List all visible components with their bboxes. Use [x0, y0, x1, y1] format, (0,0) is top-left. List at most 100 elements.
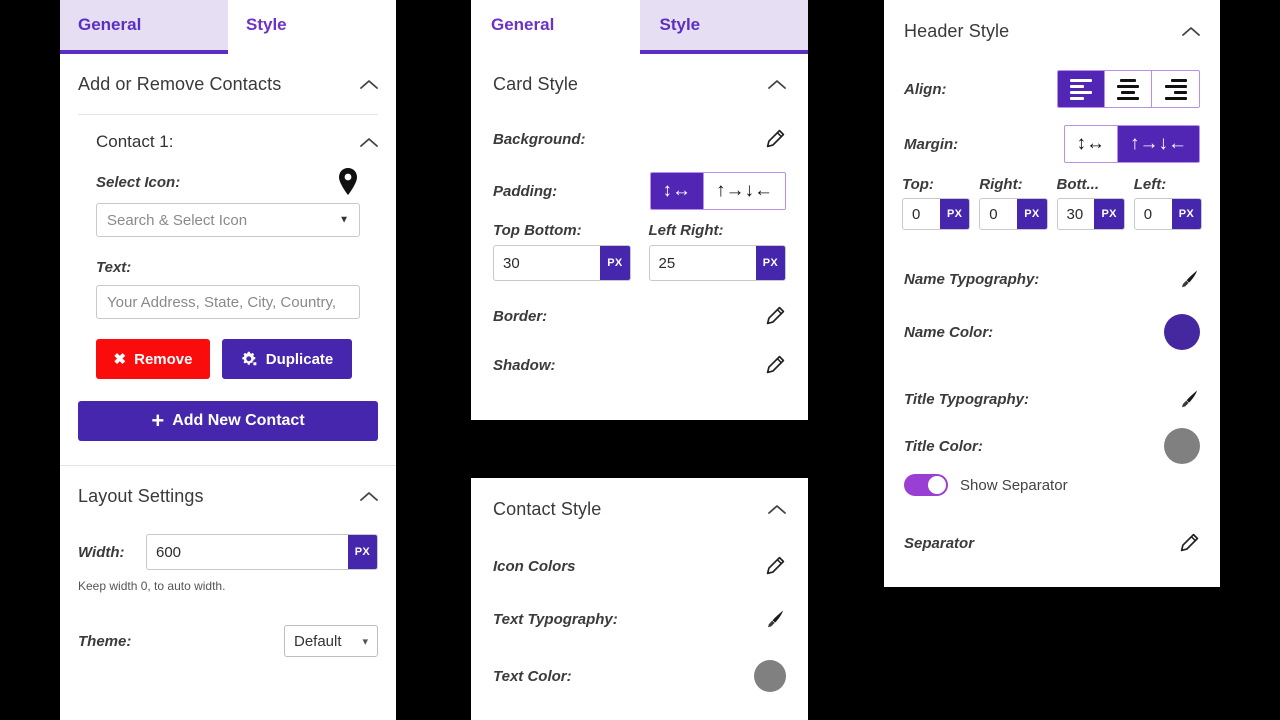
text-typography-row: Text Typography:: [471, 592, 808, 646]
top-bottom-field: Top Bottom: 30 PX: [493, 222, 631, 281]
duplicate-button-label: Duplicate: [265, 350, 334, 368]
brush-icon[interactable]: [1178, 268, 1200, 290]
screenshot-stage: General Style Add or Remove Contacts Con…: [0, 0, 1280, 720]
section-card-style[interactable]: Card Style: [471, 54, 808, 114]
align-left-icon: [1070, 78, 1092, 100]
show-separator-label: Show Separator: [960, 476, 1068, 494]
margin-right-input[interactable]: 0 PX: [979, 198, 1048, 230]
margin-field-bottom: Bott... 30 PX: [1056, 176, 1125, 230]
theme-select[interactable]: Default ▾: [284, 625, 378, 657]
padding-label: Padding:: [493, 182, 558, 200]
header-style-title: Header Style: [904, 20, 1010, 41]
left-right-input[interactable]: 25 PX: [648, 245, 786, 281]
separator-row: Separator: [884, 508, 1220, 578]
text-color-swatch[interactable]: [754, 660, 786, 692]
tab-general[interactable]: General: [471, 0, 640, 54]
margin-mode-sides[interactable]: ↑→↓←: [1118, 126, 1199, 162]
contact-text-input[interactable]: Your Address, State, City, Country,: [96, 285, 360, 319]
general-settings-panel: General Style Add or Remove Contacts Con…: [60, 0, 396, 720]
align-center-button[interactable]: [1105, 71, 1152, 107]
gear-clone-icon: [241, 351, 258, 368]
brush-icon[interactable]: [1178, 388, 1200, 410]
pencil-icon[interactable]: [764, 128, 786, 150]
margin-mode-toggle: ↕↔ ↑→↓←: [1063, 125, 1200, 163]
contact-text-placeholder: Your Address, State, City, Country,: [107, 293, 336, 311]
section-contact-style[interactable]: Contact Style: [471, 478, 808, 540]
title-color-swatch[interactable]: [1164, 428, 1200, 464]
margin-left-label: Left:: [1133, 176, 1167, 193]
text-typography-label: Text Typography:: [493, 610, 618, 628]
border-label: Border:: [493, 307, 548, 325]
tab-style[interactable]: Style: [228, 0, 396, 54]
align-left-button[interactable]: [1058, 71, 1105, 107]
shadow-row: Shadow:: [471, 343, 808, 387]
text-field-block: Text: Your Address, State, City, Country…: [60, 259, 396, 319]
margin-top-value: 0: [912, 205, 921, 223]
section-header-style[interactable]: Header Style: [884, 0, 1220, 62]
name-color-swatch[interactable]: [1164, 314, 1200, 350]
top-bottom-input[interactable]: 30 PX: [493, 245, 631, 281]
margin-top-input[interactable]: 0 PX: [902, 198, 971, 230]
map-pin-icon: [336, 167, 360, 197]
padding-mode-sides[interactable]: ↑→↓←: [704, 173, 785, 209]
left-right-field: Left Right: 25 PX: [648, 222, 786, 281]
margin-row: Margin: ↕↔ ↑→↓←: [884, 116, 1220, 172]
width-hint: Keep width 0, to auto width.: [78, 579, 226, 593]
margin-bottom-unit[interactable]: PX: [1094, 199, 1124, 229]
separator-label: Separator: [904, 534, 975, 552]
margin-field-top: Top: 0 PX: [902, 176, 971, 230]
plus-icon: +: [151, 408, 165, 433]
margin-left-input[interactable]: 0 PX: [1133, 198, 1202, 230]
top-bottom-label: Top Bottom:: [493, 222, 582, 239]
show-separator-toggle[interactable]: [904, 474, 948, 496]
tab-general[interactable]: General: [60, 0, 228, 54]
brush-icon[interactable]: [764, 608, 786, 630]
section-title: Add or Remove Contacts: [78, 73, 282, 94]
align-right-button[interactable]: [1152, 71, 1199, 107]
margin-right-value: 0: [989, 205, 998, 223]
margin-right-unit[interactable]: PX: [1017, 199, 1047, 229]
align-toggle-group: [1057, 70, 1200, 108]
add-new-contact-button[interactable]: + Add New Contact: [78, 401, 378, 441]
pencil-icon[interactable]: [764, 305, 786, 327]
theme-label: Theme:: [78, 632, 132, 650]
section-add-or-remove-contacts[interactable]: Add or Remove Contacts: [60, 54, 396, 114]
tab-style[interactable]: Style: [639, 0, 808, 54]
chevron-up-icon: [768, 504, 786, 515]
name-typography-row: Name Typography:: [884, 252, 1220, 306]
section-layout-settings[interactable]: Layout Settings: [60, 466, 396, 526]
layout-settings-title: Layout Settings: [78, 485, 204, 506]
chevron-down-icon: ▼: [339, 214, 349, 226]
theme-row: Theme: Default ▾: [60, 625, 396, 657]
width-hint-wrap: Keep width 0, to auto width.: [60, 577, 396, 595]
margin-top-unit[interactable]: PX: [939, 199, 970, 229]
contact-style-title: Contact Style: [493, 498, 602, 519]
pencil-icon[interactable]: [1178, 532, 1200, 554]
icon-colors-label: Icon Colors: [493, 557, 576, 575]
margin-bottom-input[interactable]: 30 PX: [1056, 198, 1125, 230]
margin-mode-linked[interactable]: ↕↔: [1064, 126, 1118, 162]
left-right-unit[interactable]: PX: [755, 246, 785, 280]
width-input[interactable]: 600 PX: [146, 534, 378, 570]
width-label: Width:: [78, 543, 125, 561]
unlinked-sides-icon: ↑→↓←: [1130, 133, 1187, 154]
chevron-up-icon: [360, 79, 378, 90]
contact-1-header[interactable]: Contact 1:: [60, 115, 396, 169]
name-typography-label: Name Typography:: [904, 270, 1040, 288]
border-row: Border:: [471, 289, 808, 343]
top-bottom-unit[interactable]: PX: [600, 246, 630, 280]
margin-field-left: Left: 0 PX: [1133, 176, 1202, 230]
show-separator-row: Show Separator: [884, 474, 1220, 496]
pencil-icon[interactable]: [764, 555, 786, 577]
remove-button[interactable]: ✖ Remove: [96, 339, 210, 379]
margin-left-value: 0: [1143, 205, 1153, 223]
margin-left-unit[interactable]: PX: [1171, 199, 1201, 229]
pencil-icon[interactable]: [764, 354, 786, 376]
icon-search-select[interactable]: Search & Select Icon ▼: [96, 203, 360, 237]
padding-mode-linked[interactable]: ↕↔: [650, 173, 704, 209]
duplicate-button[interactable]: Duplicate: [222, 339, 352, 379]
width-unit[interactable]: PX: [347, 535, 377, 569]
margin-top-label: Top:: [902, 176, 934, 193]
card-style-title: Card Style: [493, 73, 579, 94]
width-value: 600: [156, 543, 182, 561]
